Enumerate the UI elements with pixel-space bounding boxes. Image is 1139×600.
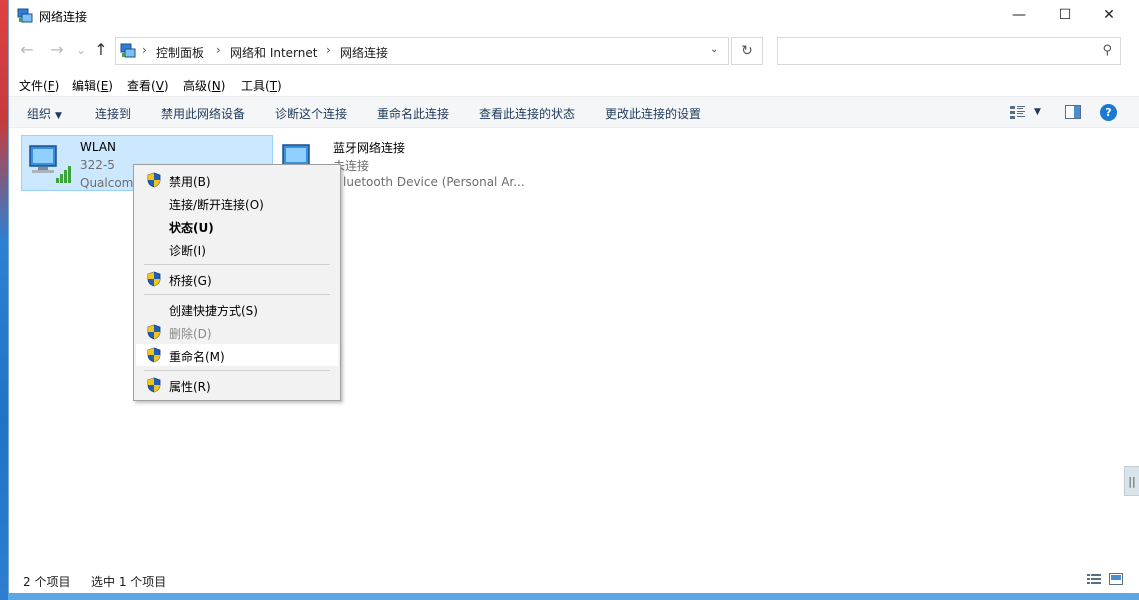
close-button[interactable]: ✕ [1086, 0, 1132, 30]
uac-shield-icon [147, 172, 161, 188]
uac-shield-icon [147, 377, 161, 393]
view-status-button[interactable]: 查看此连接的状态 [479, 105, 575, 122]
back-arrow-icon[interactable]: ← [19, 42, 35, 58]
menu-file[interactable]: 文件(F) [19, 77, 59, 94]
address-dropdown-icon[interactable]: ⌄ [710, 44, 718, 55]
change-view-icon[interactable] [1010, 105, 1026, 119]
menu-item-label: 重命名(M) [169, 350, 225, 364]
window-title: 网络连接 [39, 10, 88, 24]
breadcrumb-separator: › [142, 43, 147, 57]
menu-item-label: 属性(R) [169, 380, 211, 394]
forward-arrow-icon[interactable]: → [49, 42, 65, 58]
menu-item-label: 删除(D) [169, 327, 212, 341]
status-bar: 2 个项目 选中 1 个项目 [9, 568, 1139, 592]
menu-item-connect-disconnect[interactable]: 连接/断开连接(O) [136, 192, 338, 214]
item-device: luetooth Device (Personal Ar... [343, 175, 525, 189]
disable-device-button[interactable]: 禁用此网络设备 [161, 105, 245, 122]
change-settings-button[interactable]: 更改此连接的设置 [605, 105, 701, 122]
help-icon[interactable]: ? [1100, 104, 1117, 121]
menu-separator [144, 370, 330, 371]
maximize-button[interactable]: ☐ [1042, 0, 1088, 30]
breadcrumb-separator: › [326, 43, 331, 57]
item-name: WLAN [80, 140, 117, 154]
menu-item-rename[interactable]: 重命名(M) [136, 344, 338, 366]
search-icon[interactable]: ⚲ [1102, 43, 1112, 58]
menu-item-label: 连接/断开连接(O) [169, 198, 264, 212]
item-network-name: 322-5 [80, 158, 115, 172]
menu-separator [144, 264, 330, 265]
menu-item-label: 状态(U) [169, 221, 214, 235]
menu-item-label: 创建快捷方式(S) [169, 304, 258, 318]
breadcrumb-control-panel[interactable]: 控制面板 [156, 44, 204, 61]
view-dropdown-icon[interactable]: ▼ [1034, 107, 1041, 117]
diagnose-button[interactable]: 诊断这个连接 [275, 105, 347, 122]
menu-item-delete: 删除(D) [136, 321, 338, 343]
item-count: 2 个项目 [23, 575, 71, 589]
breadcrumb-network-internet[interactable]: 网络和 Internet [230, 44, 317, 61]
address-bar[interactable]: › 控制面板 › 网络和 Internet › 网络连接 ⌄ [115, 37, 729, 65]
preview-pane-icon[interactable] [1065, 105, 1081, 119]
up-arrow-icon[interactable]: ↑ [93, 42, 109, 58]
menu-bar: 文件(F) 编辑(E) 查看(V) 高级(N) 工具(T) [9, 74, 1139, 96]
menu-item-bridge[interactable]: 桥接(G) [136, 268, 338, 290]
minimize-button[interactable]: — [996, 0, 1042, 30]
pane-resize-handle[interactable]: || [1124, 466, 1139, 496]
menu-item-disable[interactable]: 禁用(B) [136, 169, 338, 191]
uac-shield-icon [147, 324, 161, 340]
uac-shield-icon [147, 347, 161, 363]
navigation-bar: ← → ⌄ ↑ › 控制面板 › 网络和 Internet › 网络连接 ⌄ ↻… [9, 34, 1139, 68]
control-panel-icon [120, 43, 136, 58]
wireless-adapter-icon [29, 145, 71, 183]
menu-item-properties[interactable]: 属性(R) [136, 374, 338, 396]
breadcrumb-network-connections[interactable]: 网络连接 [340, 44, 388, 61]
menu-item-label: 桥接(G) [169, 274, 212, 288]
title-bar: 网络连接 — ☐ ✕ [9, 0, 1139, 32]
menu-edit[interactable]: 编辑(E) [72, 77, 113, 94]
uac-shield-icon [147, 271, 161, 287]
command-bar: 组织 ▼ 连接到 禁用此网络设备 诊断这个连接 重命名此连接 查看此连接的状态 更… [9, 96, 1139, 128]
menu-item-label: 诊断(I) [169, 244, 206, 258]
menu-advanced[interactable]: 高级(N) [183, 77, 225, 94]
menu-view[interactable]: 查看(V) [127, 77, 169, 94]
menu-item-label: 禁用(B) [169, 175, 211, 189]
organize-button[interactable]: 组织 ▼ [27, 105, 62, 122]
caret-down-icon: ▼ [55, 111, 62, 121]
recent-locations-icon[interactable]: ⌄ [73, 42, 89, 58]
menu-tools[interactable]: 工具(T) [241, 77, 282, 94]
menu-separator [144, 294, 330, 295]
refresh-button[interactable]: ↻ [731, 37, 763, 65]
menu-item-status[interactable]: 状态(U) [136, 215, 338, 237]
context-menu: 禁用(B) 连接/断开连接(O) 状态(U) 诊断(I) 桥接(G) 创建快捷方… [133, 164, 341, 401]
connect-to-button[interactable]: 连接到 [95, 105, 131, 122]
menu-item-create-shortcut[interactable]: 创建快捷方式(S) [136, 298, 338, 320]
large-icons-view-icon[interactable] [1109, 573, 1123, 585]
item-name: 蓝牙网络连接 [333, 141, 406, 155]
network-connections-icon [17, 8, 33, 23]
menu-item-diagnose[interactable]: 诊断(I) [136, 238, 338, 260]
details-view-icon[interactable] [1087, 573, 1101, 585]
breadcrumb-separator: › [216, 43, 221, 57]
desktop-background [0, 0, 8, 600]
selection-count: 选中 1 个项目 [91, 575, 167, 589]
rename-button[interactable]: 重命名此连接 [377, 105, 449, 122]
search-input[interactable]: ⚲ [777, 37, 1121, 65]
